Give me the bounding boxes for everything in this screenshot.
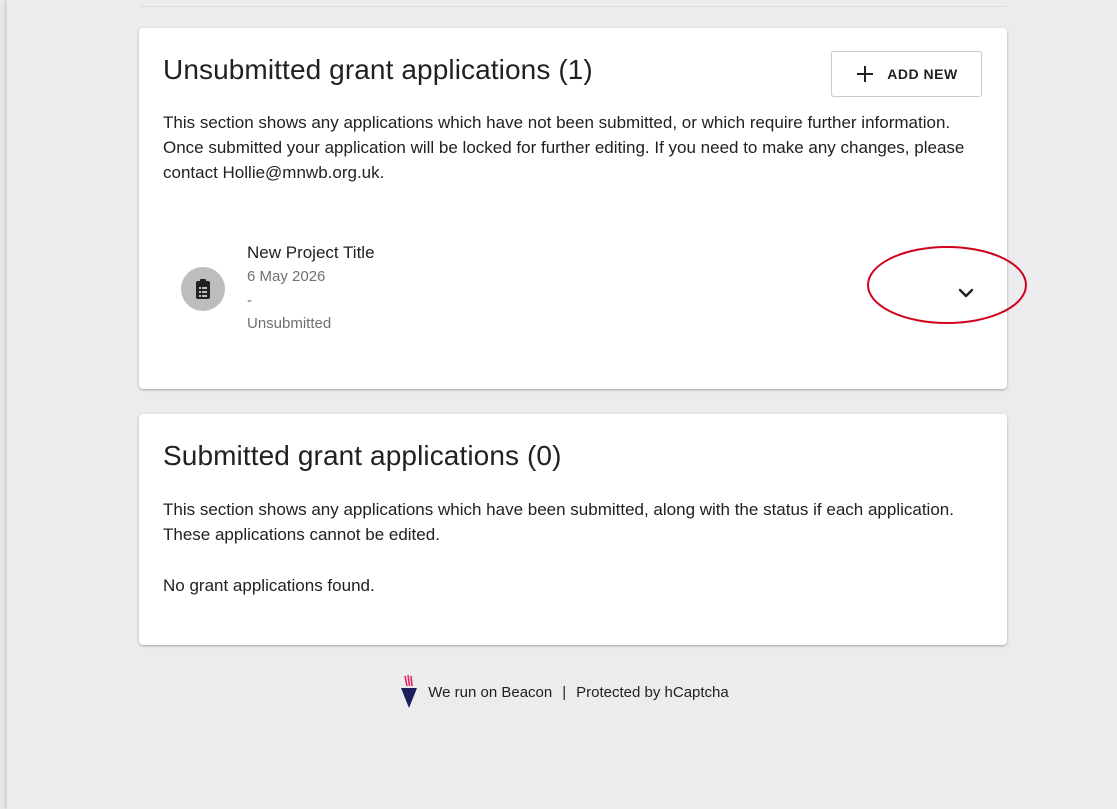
footer: We run on Beacon | Protected by hCaptcha	[0, 674, 1117, 710]
add-new-button[interactable]: ADD NEW	[831, 51, 982, 97]
application-status: Unsubmitted	[247, 315, 332, 332]
beacon-link[interactable]: We run on Beacon	[428, 684, 552, 701]
beacon-logo-icon	[401, 674, 418, 708]
submitted-applications-card: Submitted grant applications (0) This se…	[139, 414, 1007, 645]
no-applications-message: No grant applications found.	[163, 576, 375, 595]
submitted-section-title: Submitted grant applications (0)	[163, 440, 562, 471]
chevron-down-icon	[958, 288, 974, 298]
top-divider	[139, 6, 1007, 7]
footer-content: We run on Beacon | Protected by hCaptcha	[400, 674, 729, 710]
add-new-label: ADD NEW	[887, 66, 958, 82]
plus-icon	[857, 66, 874, 82]
application-list-item[interactable]: New Project Title 6 May 2026 - Unsubmitt…	[163, 240, 983, 340]
expand-application-button[interactable]	[948, 275, 984, 311]
unsubmitted-applications-card: Unsubmitted grant applications (1) ADD N…	[139, 28, 1007, 389]
application-dash: -	[247, 292, 252, 309]
unsubmitted-section-title: Unsubmitted grant applications (1)	[163, 54, 593, 85]
hcaptcha-link[interactable]: Protected by hCaptcha	[576, 684, 729, 701]
application-title: New Project Title	[247, 243, 375, 262]
clipboard-list-icon	[196, 279, 210, 299]
application-avatar	[181, 267, 225, 311]
submitted-description: This section shows any applications whic…	[163, 500, 954, 544]
application-date: 6 May 2026	[247, 268, 326, 285]
footer-separator: |	[562, 683, 567, 701]
unsubmitted-description: This section shows any applications whic…	[163, 113, 965, 182]
